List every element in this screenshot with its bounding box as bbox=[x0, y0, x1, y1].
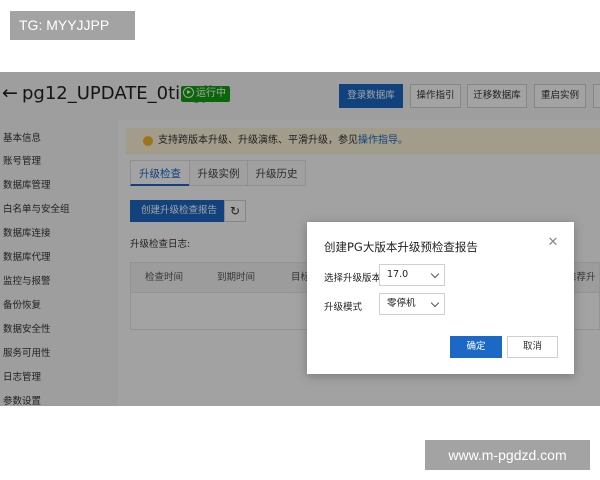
upgrade-mode-label: 升级模式 bbox=[324, 302, 363, 313]
upgrade-mode-select[interactable]: 零停机 bbox=[379, 293, 445, 315]
close-icon[interactable]: ✕ bbox=[546, 236, 560, 250]
screenshot-frame: ← pg12_UPDATE_0tingji 运行中 登录数据库 操作指引 迁移数… bbox=[0, 0, 600, 480]
target-version-value: 17.0 bbox=[387, 269, 409, 280]
watermark-bottom: www.m-pgdzd.com bbox=[425, 440, 590, 470]
chevron-down-icon bbox=[430, 269, 440, 279]
confirm-button[interactable]: 确定 bbox=[450, 336, 502, 358]
dialog-title: 创建PG大版本升级预检查报告 bbox=[324, 240, 478, 254]
console-screenshot: ← pg12_UPDATE_0tingji 运行中 登录数据库 操作指引 迁移数… bbox=[0, 72, 600, 406]
cancel-button[interactable]: 取消 bbox=[507, 336, 558, 358]
create-report-dialog: 创建PG大版本升级预检查报告 ✕ 选择升级版本: 17.0 升级模式 零停机 确… bbox=[307, 222, 574, 374]
watermark-top: TG: MYYJJPP bbox=[10, 11, 135, 40]
target-version-label: 选择升级版本: bbox=[324, 273, 385, 284]
target-version-select[interactable]: 17.0 bbox=[379, 264, 445, 286]
chevron-down-icon bbox=[430, 298, 440, 308]
upgrade-mode-value: 零停机 bbox=[387, 298, 416, 309]
